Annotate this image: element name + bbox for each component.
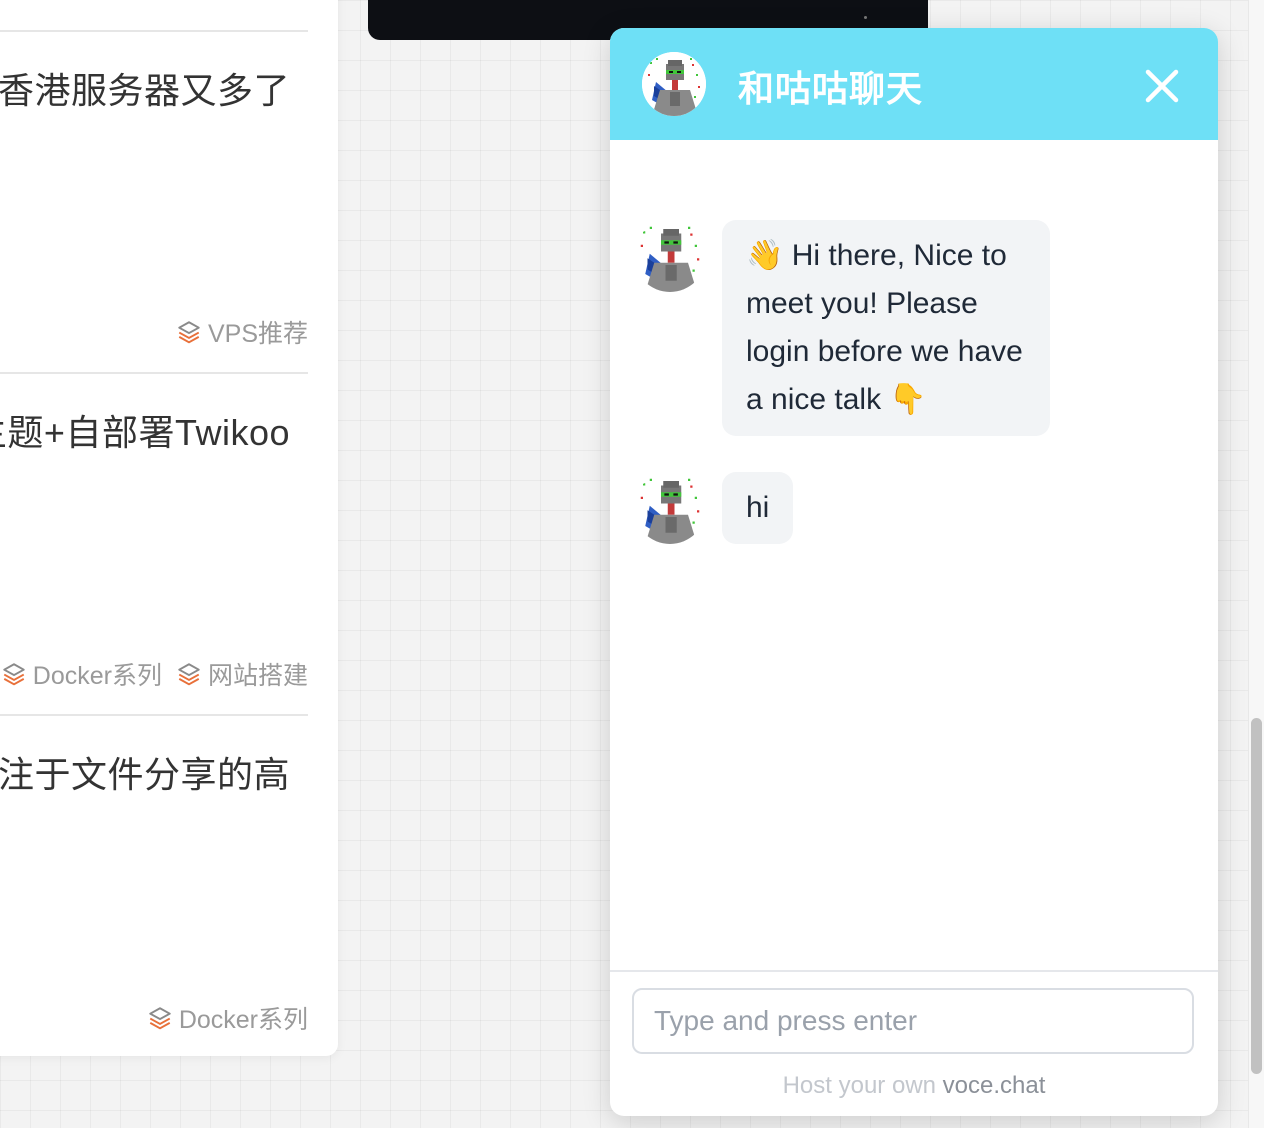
page-scrollbar-thumb[interactable] <box>1251 718 1262 1074</box>
tag-link[interactable]: Docker系列 <box>1 656 162 692</box>
chat-message: hi <box>634 472 794 544</box>
post-item[interactable]: 主题+自部署Twikoo Docker系列 网站搭建 <box>0 372 308 714</box>
powered-by-prefix: Host your own <box>782 1072 936 1099</box>
post-tags: Docker系列 <box>147 1000 308 1036</box>
avatar <box>642 52 706 116</box>
tag-link[interactable]: Docker系列 <box>147 1000 308 1036</box>
post-tags: Docker系列 网站搭建 <box>1 656 308 692</box>
avatar <box>634 220 706 292</box>
tag-label: 网站搭建 <box>207 662 308 690</box>
avatar <box>634 472 706 544</box>
layers-icon <box>147 1005 173 1031</box>
tag-label: Docker系列 <box>178 1006 308 1034</box>
pixel-avatar-icon <box>634 220 706 292</box>
tag-link[interactable]: VPS推荐 <box>176 314 308 350</box>
post-title[interactable]: 注于文件分享的高 <box>0 746 290 798</box>
message-bubble: 👋 Hi there, Nice to meet you! Please log… <box>722 220 1050 436</box>
powered-by: Host your own voce.chat <box>610 1072 1218 1100</box>
pixel-avatar-icon <box>642 52 706 116</box>
bar-dot <box>864 16 867 19</box>
close-button[interactable] <box>1140 64 1184 108</box>
post-title[interactable]: 主题+自部署Twikoo <box>0 404 290 456</box>
post-tags: VPS推荐 <box>176 314 308 350</box>
chat-widget: 和咕咕聊天 👋 Hi there, Nice to meet you! Plea… <box>610 28 1218 1116</box>
chat-footer: Host your own voce.chat <box>610 970 1218 1116</box>
article-list-card: 香港服务器又多了 VPS推荐 主题+自部署Twikoo Docker系列 网站搭… <box>0 0 338 1056</box>
post-title[interactable]: 香港服务器又多了 <box>0 62 290 114</box>
message-bubble: hi <box>722 472 794 544</box>
close-icon <box>1145 69 1179 103</box>
layers-icon <box>1 661 27 687</box>
layers-icon <box>176 661 202 687</box>
chat-header: 和咕咕聊天 <box>610 28 1218 140</box>
vocechat-link[interactable]: voce.chat <box>943 1072 1046 1099</box>
tag-label: VPS推荐 <box>207 320 308 348</box>
post-item[interactable]: 香港服务器又多了 VPS推荐 <box>0 30 308 372</box>
layers-icon <box>176 319 202 345</box>
chat-message: 👋 Hi there, Nice to meet you! Please log… <box>634 220 1050 436</box>
pixel-avatar-icon <box>634 472 706 544</box>
tag-link[interactable]: 网站搭建 <box>176 656 308 692</box>
chat-title: 和咕咕聊天 <box>738 68 924 109</box>
tag-label: Docker系列 <box>32 662 162 690</box>
message-input[interactable] <box>632 988 1194 1054</box>
post-item[interactable]: 注于文件分享的高 Docker系列 <box>0 714 308 1056</box>
